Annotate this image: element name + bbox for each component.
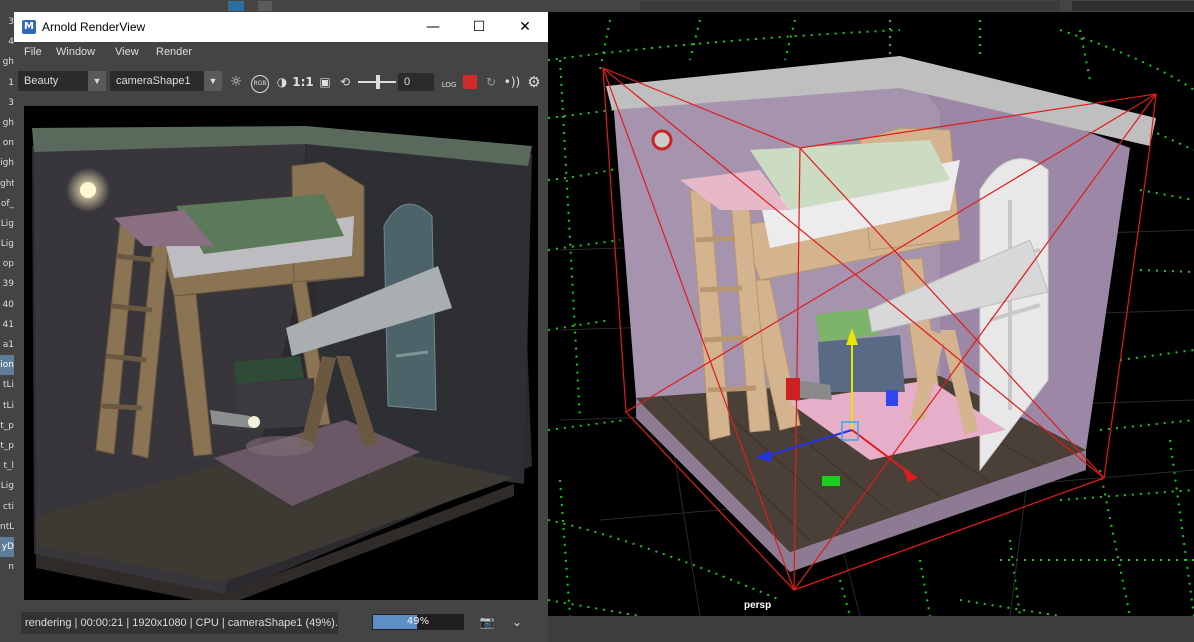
exposure-slider-handle[interactable]	[376, 75, 380, 89]
camera-label: persp	[744, 600, 772, 611]
outliner-item[interactable]: ntL	[0, 517, 14, 537]
outliner-item[interactable]: yD	[0, 536, 14, 558]
outliner-item[interactable]: 40	[0, 295, 14, 315]
render-toolbar: Beauty ▼ cameraShape1 ▼ ☼ RGB ◑ 1:1 ▣ ⟲ …	[14, 64, 548, 100]
chevron-down-icon[interactable]: ⌄	[509, 613, 525, 631]
menu-window[interactable]: Window	[56, 46, 95, 58]
outliner-item[interactable]: 3	[0, 12, 14, 32]
outliner-item[interactable]: 41	[0, 315, 14, 335]
menu-file[interactable]: File	[24, 46, 42, 58]
close-button[interactable]: ✕	[502, 12, 548, 42]
wall-light[interactable]	[651, 129, 673, 151]
outliner-item[interactable]: 39	[0, 274, 14, 294]
menu-render[interactable]: Render	[156, 46, 192, 58]
exposure-slider[interactable]	[358, 75, 396, 89]
gear-icon[interactable]: ⚙	[524, 73, 544, 91]
outliner-item[interactable]: n	[0, 557, 14, 577]
outliner-item[interactable]: tLi	[0, 396, 14, 416]
minimize-button[interactable]: —	[410, 12, 456, 42]
outliner-item[interactable]	[0, 577, 14, 597]
outliner-item[interactable]: a1	[0, 335, 14, 355]
window-title: Arnold RenderView	[42, 20, 146, 34]
log-label: LOG	[441, 81, 457, 89]
outliner-item[interactable]	[0, 618, 14, 638]
outliner-item[interactable]: gh	[0, 52, 14, 72]
outliner-item[interactable]: Lig	[0, 476, 14, 496]
checker-icon[interactable]: ◑	[272, 73, 292, 91]
outliner-item[interactable]: Lig	[0, 214, 14, 234]
crop-region-icon[interactable]: ▣	[316, 73, 334, 91]
viewport-scene	[548, 19, 1194, 616]
ratio-button[interactable]: 1:1	[292, 73, 314, 91]
outliner-item[interactable]: t_l	[0, 456, 14, 476]
exposure-value: 0	[404, 76, 411, 88]
book-stack	[818, 335, 905, 392]
outliner-item[interactable]: on	[0, 133, 14, 153]
render-progress-bar: 49%	[372, 614, 464, 630]
chevron-down-icon: ▼	[88, 71, 106, 91]
outliner-item[interactable]: cti	[0, 497, 14, 517]
outliner-item[interactable]	[0, 597, 14, 617]
chevron-down-icon: ▼	[204, 71, 222, 91]
outliner-item[interactable]: 3	[0, 93, 14, 113]
menu-bar: File Window View Render	[14, 42, 548, 64]
outliner-item[interactable]: Lig	[0, 234, 14, 254]
outliner-item[interactable]: 4	[0, 32, 14, 52]
outliner-item[interactable]: t_p	[0, 436, 14, 456]
outliner-item[interactable]: of_	[0, 194, 14, 214]
viewport-footer	[548, 616, 1194, 642]
aov-dropdown[interactable]: Beauty ▼	[18, 71, 106, 91]
render-image[interactable]	[24, 106, 538, 600]
menu-view[interactable]: View	[115, 46, 139, 58]
outliner-item[interactable]: op	[0, 254, 14, 274]
color-management-field[interactable]	[1072, 1, 1194, 11]
outliner-item[interactable]: tLi	[0, 375, 14, 395]
outliner-item[interactable]: 1	[0, 73, 14, 93]
settings-sun-icon[interactable]: ☼	[226, 73, 246, 91]
maya-app-icon: M	[22, 20, 36, 34]
toolbar-icon[interactable]	[228, 1, 244, 11]
refresh-render-icon[interactable]: ↻	[482, 73, 500, 91]
aov-value: Beauty	[24, 75, 59, 87]
exposure-field[interactable]: 0	[398, 73, 434, 91]
rendered-scene	[32, 126, 532, 600]
camera-dropdown[interactable]: cameraShape1 ▼	[110, 71, 222, 91]
light-gizmo[interactable]	[786, 378, 800, 400]
outliner-item[interactable]: ion	[0, 355, 14, 376]
outliner-panel: 3 4 gh 1 3 gh on igh ght of_ Lig Lig op 39 40 41 a1 ion tL…	[0, 12, 14, 642]
render-image-area	[14, 100, 548, 600]
outliner-item[interactable]: t_p	[0, 416, 14, 436]
rgb-channel-button[interactable]: RGB	[250, 72, 270, 93]
outliner-item[interactable]: igh	[0, 153, 14, 173]
progress-label: 49%	[406, 616, 430, 627]
toolbar-icon[interactable]	[258, 1, 272, 11]
log-button[interactable]: LOG	[440, 73, 458, 91]
maya-viewport[interactable]: persp	[548, 12, 1194, 616]
refresh-region-icon[interactable]: ⟲	[336, 73, 354, 91]
outliner-item[interactable]: ght	[0, 174, 14, 194]
maximize-button[interactable]: ☐	[456, 12, 502, 42]
stop-render-icon[interactable]	[463, 75, 477, 89]
camera-value: cameraShape1	[116, 75, 191, 87]
maya-top-toolbar	[0, 0, 1194, 12]
arnold-renderview-window: M Arnold RenderView — ☐ ✕ File Window Vi…	[14, 12, 548, 642]
toolbar-strip	[640, 1, 1060, 11]
window-titlebar[interactable]: M Arnold RenderView — ☐ ✕	[14, 12, 548, 42]
ipr-icon[interactable]: •))	[502, 73, 522, 91]
render-status-text: rendering | 00:00:21 | 1920x1080 | CPU |…	[21, 612, 338, 634]
outliner-item[interactable]: gh	[0, 113, 14, 133]
camera-snapshot-icon[interactable]: 📷	[479, 613, 495, 631]
rgb-label: RGB	[251, 75, 269, 93]
status-bar: rendering | 00:00:21 | 1920x1080 | CPU |…	[14, 600, 548, 642]
